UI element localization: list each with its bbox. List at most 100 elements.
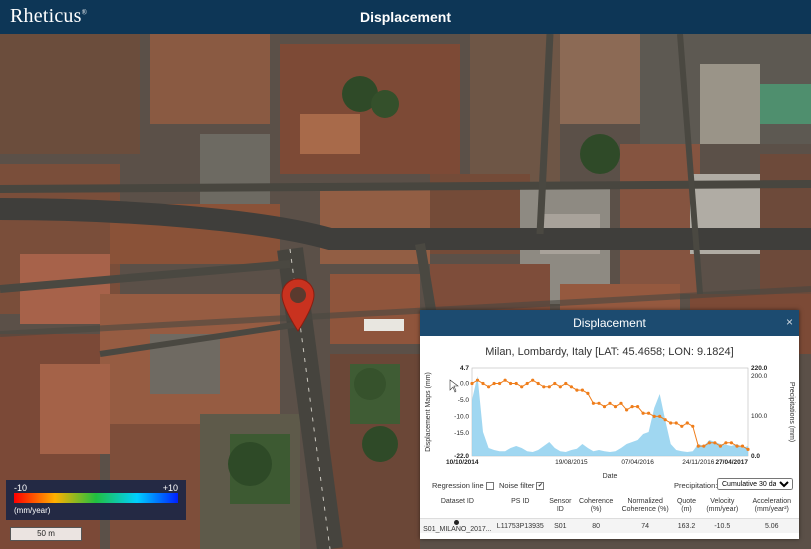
data-point[interactable] [492, 381, 496, 386]
noise-checkbox[interactable]: ✔ [536, 482, 545, 491]
y-left-tick-label: -5.0 [458, 397, 470, 404]
x-axis-ticks: 10/10/2014 19/08/2015 07/04/2016 24/11/2016… [446, 459, 748, 466]
y-right-tick-label: 0.0 [751, 453, 760, 460]
legend-min: -10 [14, 483, 28, 493]
chart-controls: Regression line Noise filter ✔ Precipitat… [420, 478, 799, 494]
data-point[interactable] [630, 405, 634, 409]
data-point[interactable] [680, 424, 684, 428]
regression-line-toggle[interactable]: Regression line [432, 481, 494, 491]
y-left-tick-label: -15.0 [454, 430, 469, 437]
legend-unit: (mm/year) [14, 506, 51, 515]
data-point[interactable] [547, 385, 551, 389]
data-point[interactable] [685, 421, 689, 425]
data-point[interactable] [475, 378, 480, 382]
table-cell: 74 [617, 518, 673, 533]
data-point[interactable] [586, 391, 590, 395]
data-point[interactable] [470, 381, 474, 386]
data-point[interactable] [696, 444, 700, 448]
data-point[interactable] [525, 381, 529, 386]
data-point[interactable] [520, 385, 524, 389]
data-point[interactable] [707, 441, 711, 445]
table-cell: -10.5 [700, 518, 745, 533]
noise-filter-toggle[interactable]: Noise filter ✔ [499, 481, 545, 491]
y-right-label: Precipitations (mm) [788, 382, 795, 442]
data-point[interactable] [602, 405, 607, 409]
data-point[interactable] [625, 408, 629, 412]
data-point[interactable] [702, 444, 706, 448]
precipitation-select[interactable]: Cumulative 30 days [717, 478, 793, 490]
table-cell: S01_MILANO_2017... [420, 518, 495, 533]
data-point[interactable] [503, 378, 507, 382]
table-header-cell: Velocity (mm/year) [706, 498, 739, 513]
table-header-cell: PS ID [511, 498, 530, 505]
data-point[interactable] [663, 418, 667, 422]
data-point[interactable] [636, 405, 640, 409]
table-header-row: Dataset ID PS ID Sensor ID Coherence (%) Nor… [420, 498, 799, 519]
noise-label: Noise filter [499, 481, 535, 490]
data-point[interactable] [498, 381, 502, 386]
y-left-label: Displacement Maps (mm) [425, 372, 432, 452]
y-left-tick-label: 4.7 [460, 365, 469, 372]
table-cell: L11753P13935 [494, 518, 546, 533]
close-icon[interactable]: × [786, 315, 793, 329]
table-header-cell: Acceleration (mm/year²) [752, 498, 792, 513]
x-tick-label: 07/04/2016 [621, 459, 654, 466]
y-right-tick-label: 220.0 [751, 365, 768, 372]
data-point[interactable] [613, 405, 618, 409]
left-axis-ticks: 4.70.0-5.0-10.0-15.0-22.0 [454, 365, 469, 460]
data-point[interactable] [597, 401, 601, 405]
displacement-chart[interactable]: 4.70.0-5.0-10.0-15.0-22.0 220.0200.0100.… [420, 362, 799, 480]
table-row[interactable]: S01_MILANO_2017... L11753P13935 S01 80 74 163… [420, 518, 799, 533]
data-point[interactable] [713, 441, 717, 445]
velocity-legend: -10 +10 (mm/year) [6, 480, 186, 520]
data-point[interactable] [729, 441, 733, 445]
x-tick-label: 27/04/2017 [715, 459, 748, 466]
data-point[interactable] [691, 424, 695, 428]
regression-checkbox[interactable] [485, 482, 494, 491]
popup-header: Displacement × [420, 310, 799, 336]
app-header: Rheticus® Displacement [0, 0, 811, 34]
data-point[interactable] [564, 381, 568, 386]
y-left-tick-label: -10.0 [454, 413, 469, 420]
data-point[interactable] [553, 381, 557, 386]
right-axis-ticks: 220.0200.0 100.0 0.0 [751, 365, 768, 460]
data-point[interactable] [536, 381, 540, 386]
data-point[interactable] [724, 441, 728, 445]
data-point[interactable] [669, 421, 673, 425]
data-point[interactable] [647, 411, 651, 415]
table-header-cell: Coherence (%) [579, 498, 614, 513]
location-pin-icon[interactable] [280, 277, 316, 333]
data-point[interactable] [652, 414, 656, 418]
data-point[interactable] [608, 401, 612, 405]
dataset-id: S01_MILANO_2017... [423, 526, 492, 533]
displacement-popup: Displacement × Milan, Lombardy, Italy [L… [420, 310, 799, 539]
data-point[interactable] [619, 401, 623, 405]
table-header-cell: Normalized Coherence (%) [621, 498, 669, 513]
table-cell: S01 [545, 518, 575, 533]
popup-title: Displacement [573, 316, 646, 330]
data-point[interactable] [575, 388, 579, 392]
regression-label: Regression line [432, 481, 484, 490]
table-cell: 80 [574, 518, 618, 533]
data-point[interactable] [641, 411, 645, 415]
data-point[interactable] [740, 444, 745, 448]
x-tick-label: 24/11/2016 [682, 459, 714, 466]
data-point[interactable] [531, 378, 535, 382]
data-point[interactable] [580, 388, 584, 392]
data-point[interactable] [542, 385, 546, 389]
data-point[interactable] [481, 381, 485, 386]
data-point[interactable] [591, 401, 595, 405]
data-point[interactable] [487, 385, 491, 389]
data-point[interactable] [674, 421, 678, 425]
data-point[interactable] [514, 381, 518, 386]
data-point[interactable] [658, 414, 662, 418]
map-highlight [364, 319, 404, 331]
y-left-tick-label: 0.0 [460, 381, 469, 388]
data-point[interactable] [569, 385, 573, 389]
data-point[interactable] [718, 444, 722, 448]
data-point[interactable] [509, 381, 513, 386]
data-point[interactable] [735, 444, 739, 448]
data-point[interactable] [746, 447, 750, 451]
map-scale-bar: 50 m [10, 527, 82, 541]
data-point[interactable] [558, 385, 562, 389]
